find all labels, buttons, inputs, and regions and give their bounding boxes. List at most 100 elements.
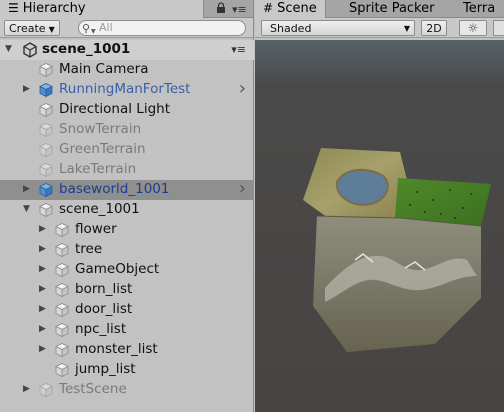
gameobject-cube-icon [55,283,69,298]
gameobject-cube-icon [55,243,69,258]
collapse-arrow-icon[interactable]: ▼ [23,200,30,219]
expand-arrow-icon[interactable]: ▶ [23,180,30,199]
create-button-label: Create [9,22,46,35]
hierarchy-item[interactable]: SnowTerrain [0,120,254,140]
expand-arrow-icon[interactable]: ▶ [39,220,46,239]
hierarchy-item[interactable]: LakeTerrain [0,160,254,180]
tab-scene-label: Scene [277,1,317,16]
tab-terrain-label: Terra [463,1,496,16]
scene-toolbar: Shaded ▼ 2D ☼ [255,18,504,38]
hierarchy-item[interactable]: ▼ scene_1001 [0,200,254,220]
hierarchy-item-label: jump_list [75,361,136,377]
lock-icon[interactable] [216,2,226,14]
gameobject-cube-icon [39,143,53,158]
hierarchy-item-label: flower [75,221,117,237]
terrain-render [255,40,504,412]
hierarchy-item[interactable]: ▶ door_list [0,300,254,320]
gameobject-cube-icon [39,63,53,78]
hierarchy-item-label: Directional Light [59,101,170,117]
hierarchy-item[interactable]: ▶ flower [0,220,254,240]
hierarchy-item[interactable]: GreenTerrain [0,140,254,160]
hierarchy-toolbar: Create ▼ ⚲ ▼ All [0,18,253,38]
hierarchy-item-label: baseworld_1001 [59,181,170,197]
grid-icon: # [263,1,274,15]
search-icon: ⚲ [82,22,91,35]
search-input[interactable]: ⚲ ▼ All [78,20,246,36]
lake [335,168,389,206]
gameobject-cube-icon [39,163,53,178]
mode-2d-label: 2D [426,22,442,35]
hierarchy-panel: ☰ Hierarchy ▾≡ Create ▼ ⚲ ▼ All ▼ scene_10… [0,0,254,412]
hierarchy-item[interactable]: ▶ born_list [0,280,254,300]
hierarchy-item-label: GameObject [75,261,160,277]
gameobject-cube-icon [55,363,69,378]
hierarchy-item[interactable]: Directional Light [0,100,254,120]
hierarchy-item[interactable]: ▶ npc_list [0,320,254,340]
hierarchy-item-label: door_list [75,301,133,317]
hierarchy-item-label: TestScene [59,381,127,397]
scene-root-label: scene_1001 [42,41,131,57]
hierarchy-item-label: monster_list [75,341,158,357]
prefab-cube-icon [39,183,53,198]
gameobject-cube-icon [55,323,69,338]
expand-arrow-icon[interactable]: ▶ [39,260,46,279]
chevron-down-icon: ▼ [91,28,96,35]
expand-arrow-icon[interactable]: ▶ [39,300,46,319]
chevron-down-icon: ▼ [48,25,55,34]
hierarchy-item-label: scene_1001 [59,201,140,217]
expand-arrow-icon[interactable]: ▶ [39,340,46,359]
tab-hierarchy-label: Hierarchy [22,1,86,16]
hierarchy-item[interactable]: ▶ baseworld_1001 › [0,180,254,200]
shading-mode-label: Shaded [270,22,312,35]
list-icon: ☰ [8,1,19,15]
mode-2d-toggle[interactable]: 2D [421,20,447,36]
chevron-right-icon[interactable]: › [239,80,246,98]
gameobject-cube-icon [55,223,69,238]
tab-scene[interactable]: # Scene [255,0,326,18]
chevron-right-icon[interactable]: › [239,180,246,198]
hierarchy-item[interactable]: ▶ GameObject [0,260,254,280]
expand-arrow-icon[interactable]: ▶ [39,280,46,299]
hierarchy-item[interactable]: Main Camera [0,60,254,80]
gameobject-cube-icon [39,383,53,398]
hierarchy-item[interactable]: ▶ TestScene [0,380,254,400]
hierarchy-item-label: tree [75,241,103,257]
sun-icon: ☼ [467,21,479,35]
tab-sprite-packer-label: Sprite Packer [349,1,435,16]
hierarchy-item[interactable]: ▶ RunningManForTest › [0,80,254,100]
search-placeholder: All [99,21,113,34]
hierarchy-item-label: npc_list [75,321,127,337]
hierarchy-item-label: GreenTerrain [59,141,146,157]
expand-arrow-icon[interactable]: ▼ [5,40,12,59]
hierarchy-item-label: Main Camera [59,61,149,77]
hierarchy-item-label: SnowTerrain [59,121,142,137]
expand-arrow-icon[interactable]: ▶ [39,320,46,339]
gameobject-cube-icon [39,203,53,218]
tab-sprite-packer[interactable]: Sprite Packer [341,0,442,18]
chevron-down-icon: ▼ [403,24,410,33]
shading-mode-dropdown[interactable]: Shaded ▼ [261,20,415,36]
expand-arrow-icon[interactable]: ▶ [39,240,46,259]
hierarchy-item-label: born_list [75,281,133,297]
hierarchy-item[interactable]: jump_list [0,360,254,380]
expand-arrow-icon[interactable]: ▶ [23,380,30,399]
gameobject-cube-icon [55,343,69,358]
hierarchy-item[interactable]: ▶ tree [0,240,254,260]
scene-root-row[interactable]: ▼ scene_1001 ▾≡ [0,40,254,60]
expand-arrow-icon[interactable]: ▶ [23,80,30,99]
scene-menu-icon[interactable]: ▾≡ [231,40,246,59]
hierarchy-item[interactable]: ▶ monster_list [0,340,254,360]
gameobject-cube-icon [55,263,69,278]
scene-viewport[interactable] [255,40,504,412]
gameobject-cube-icon [39,123,53,138]
hierarchy-item-label: LakeTerrain [59,161,137,177]
gameobject-cube-icon [39,103,53,118]
lighting-toggle[interactable]: ☼ [459,20,487,36]
scene-tabbar: # Scene Sprite Packer Terra [255,0,504,18]
tab-hierarchy[interactable]: ☰ Hierarchy [0,0,204,18]
gameobject-cube-icon [55,303,69,318]
tab-terrain[interactable]: Terra [455,0,503,18]
panel-menu-icon[interactable]: ▾≡ [232,3,247,16]
create-button[interactable]: Create ▼ [4,20,60,36]
audio-toggle[interactable] [493,20,504,36]
